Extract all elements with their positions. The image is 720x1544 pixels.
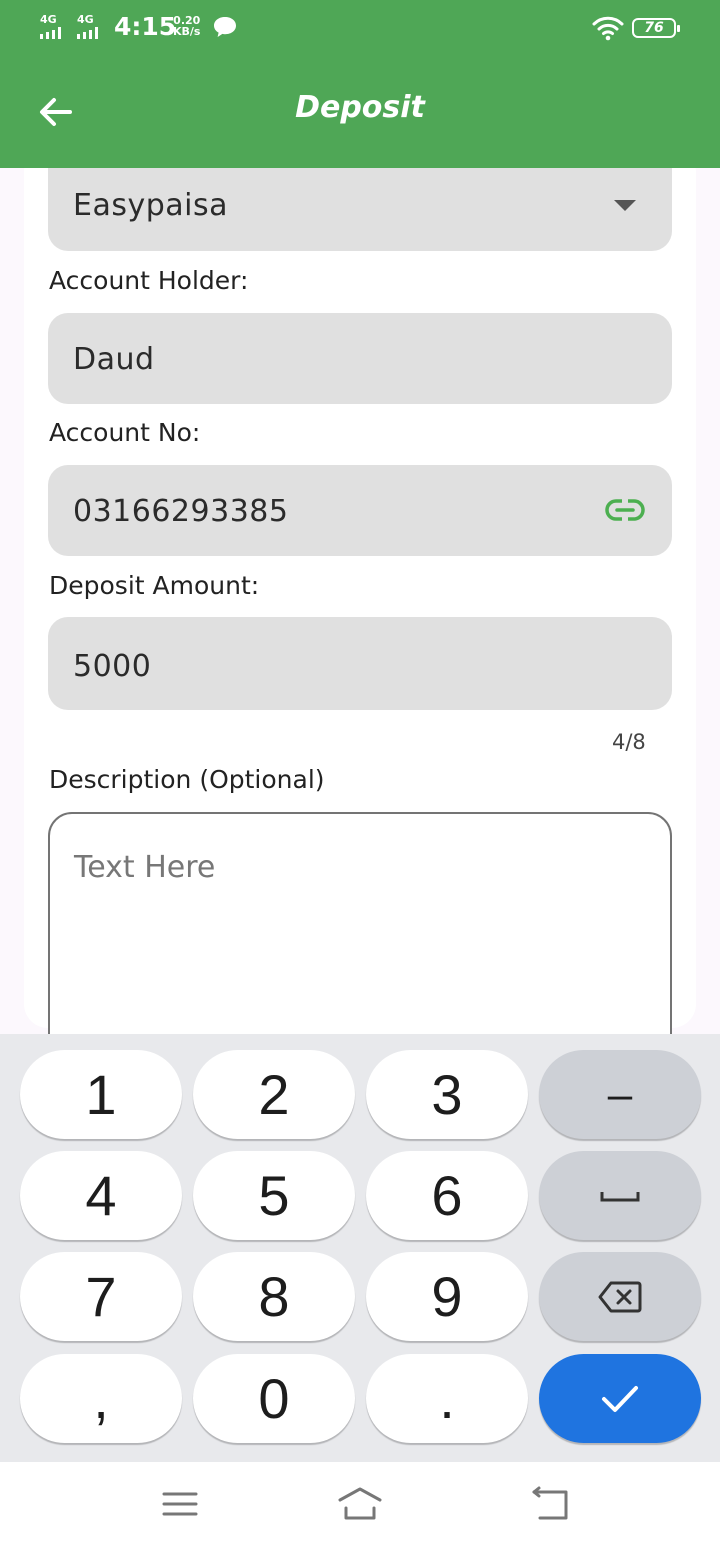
- amount-char-counter: 4/8: [612, 730, 646, 754]
- signal-bars-1-icon: [40, 27, 61, 39]
- backspace-icon: [598, 1281, 642, 1312]
- network-type-2: 4G: [77, 13, 94, 26]
- description-placeholder: Text Here: [74, 850, 216, 885]
- key-backspace[interactable]: [539, 1252, 701, 1341]
- signal-bars-2-icon: [77, 27, 98, 39]
- caret-down-icon: [614, 200, 636, 211]
- checkmark-icon: [602, 1385, 638, 1412]
- app-header: 4G 4G 4:15 0.20 KB/s 76 Deposit: [0, 0, 720, 168]
- link-icon[interactable]: [604, 495, 646, 525]
- account-holder-field[interactable]: Daud: [48, 313, 672, 404]
- network-type-1: 4G: [40, 13, 57, 26]
- payment-method-dropdown[interactable]: Easypaisa: [48, 168, 672, 251]
- account-holder-value: Daud: [73, 342, 155, 377]
- home-icon[interactable]: [338, 1484, 382, 1524]
- menu-icon[interactable]: [158, 1484, 202, 1524]
- signal-1: 4G: [40, 14, 61, 39]
- key-period[interactable]: .: [366, 1354, 528, 1443]
- account-no-value: 03166293385: [73, 494, 289, 529]
- wifi-icon: [592, 16, 624, 41]
- key-2[interactable]: 2: [193, 1050, 355, 1139]
- account-no-field[interactable]: 03166293385: [48, 465, 672, 556]
- deposit-amount-label: Deposit Amount:: [49, 571, 260, 600]
- status-time: 4:15: [114, 12, 177, 41]
- key-9[interactable]: 9: [366, 1252, 528, 1341]
- key-5[interactable]: 5: [193, 1151, 355, 1240]
- form-scroll-area[interactable]: Easypaisa Account Holder: Daud Account N…: [0, 168, 720, 1034]
- key-6[interactable]: 6: [366, 1151, 528, 1240]
- key-3[interactable]: 3: [366, 1050, 528, 1139]
- key-0[interactable]: 0: [193, 1354, 355, 1443]
- account-holder-label: Account Holder:: [49, 266, 249, 295]
- key-7[interactable]: 7: [20, 1252, 182, 1341]
- deposit-amount-value: 5000: [73, 649, 152, 684]
- account-no-label: Account No:: [49, 418, 201, 447]
- status-bar: 4G 4G 4:15 0.20 KB/s 76: [0, 0, 720, 56]
- network-speed: 0.20 KB/s: [173, 15, 200, 37]
- back-icon[interactable]: [528, 1484, 572, 1524]
- key-done[interactable]: [539, 1354, 701, 1443]
- key-4[interactable]: 4: [20, 1151, 182, 1240]
- numeric-keyboard: 1 2 3 – 4 5 6 7 8 9 , 0 .: [0, 1034, 720, 1462]
- deposit-amount-field[interactable]: 5000: [48, 617, 672, 710]
- page-title: Deposit: [295, 90, 425, 125]
- payment-method-value: Easypaisa: [73, 188, 228, 223]
- description-label: Description (Optional): [49, 765, 325, 794]
- key-minus[interactable]: –: [539, 1050, 701, 1139]
- key-8[interactable]: 8: [193, 1252, 355, 1341]
- key-comma[interactable]: ,: [20, 1354, 182, 1443]
- chat-bubble-icon: [214, 17, 236, 37]
- description-textarea[interactable]: Text Here: [48, 812, 672, 1034]
- system-nav-bar: [0, 1462, 720, 1544]
- signal-2: 4G: [77, 14, 98, 39]
- battery-indicator: 76: [632, 18, 680, 38]
- space-bar-icon: [600, 1191, 640, 1201]
- key-1[interactable]: 1: [20, 1050, 182, 1139]
- key-space[interactable]: [539, 1151, 701, 1240]
- network-speed-unit: KB/s: [173, 25, 201, 38]
